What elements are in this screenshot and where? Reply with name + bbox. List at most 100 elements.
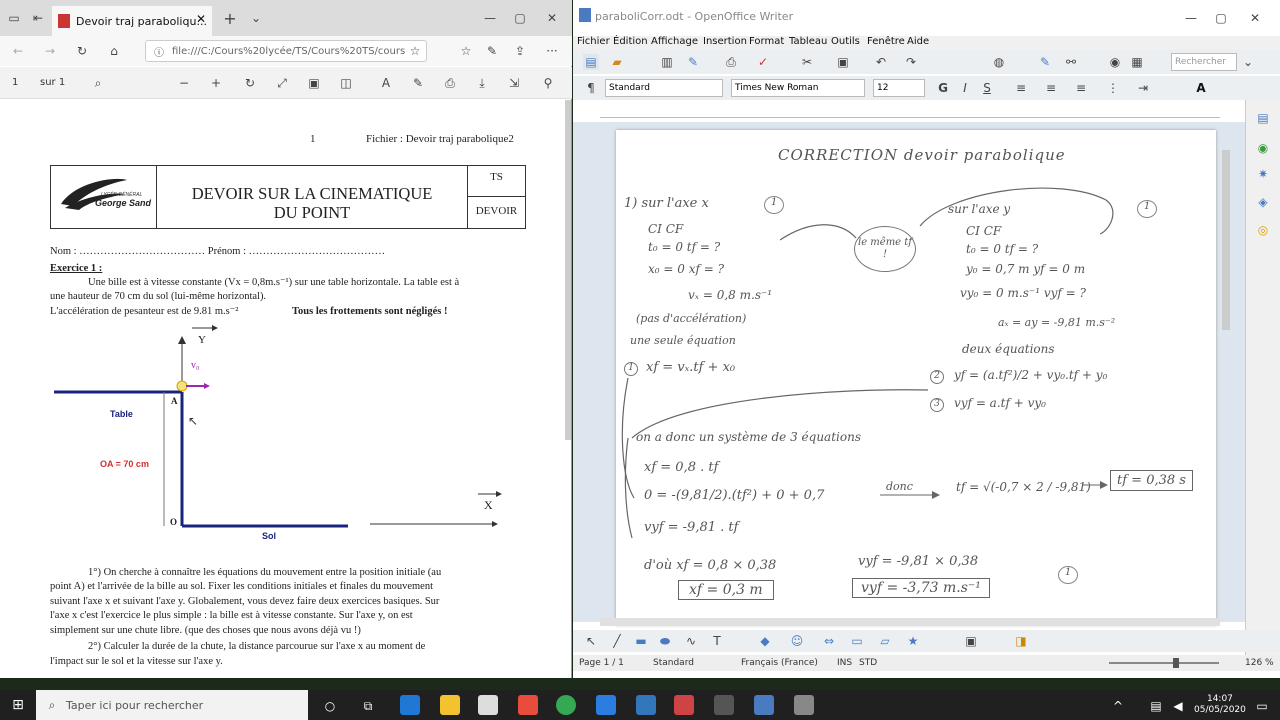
writer-maximize-icon[interactable]: ▢ — [1213, 10, 1229, 26]
ie-taskbar-icon[interactable] — [636, 695, 656, 715]
tab-list-icon[interactable]: ⌄ — [248, 10, 264, 26]
page-view-icon[interactable]: ▣ — [306, 75, 322, 91]
arrows-icon[interactable]: ⇔ — [821, 633, 837, 649]
volume-icon[interactable]: ◀ — [1170, 698, 1186, 714]
menu-tableau[interactable]: Tableau — [789, 36, 827, 47]
app-taskbar-icon[interactable] — [518, 695, 538, 715]
read-aloud-icon[interactable]: A — [378, 75, 394, 91]
paste-icon[interactable]: ▣ — [835, 54, 851, 70]
align-right-icon[interactable]: ≡ — [1073, 80, 1089, 96]
zoom-slider-thumb[interactable] — [1173, 658, 1179, 668]
tab-back-icon[interactable]: ⇤ — [30, 10, 46, 26]
maximize-icon[interactable]: ▢ — [512, 10, 528, 26]
page-number-input[interactable]: 1 — [12, 77, 18, 88]
taskbar-search[interactable]: ⌕ Taper ici pour rechercher — [36, 690, 308, 720]
cut-icon[interactable]: ✂ — [799, 54, 815, 70]
navigator-icon[interactable]: ◉ — [1107, 54, 1123, 70]
menu-edition[interactable]: Édition — [613, 36, 648, 47]
favorites-icon[interactable]: ☆ — [458, 43, 474, 59]
forward-arrow-icon[interactable]: → — [42, 43, 58, 59]
status-insert-mode[interactable]: INS — [837, 658, 852, 668]
search-icon[interactable]: ⌕ — [90, 75, 106, 91]
symbol-shapes-icon[interactable]: ☺ — [789, 633, 805, 649]
print-icon[interactable]: ⎙ — [442, 75, 458, 91]
tab-actions-icon[interactable]: ▭ — [6, 10, 22, 26]
draw-icon[interactable]: ✎ — [410, 75, 426, 91]
open-icon[interactable]: ▰ — [609, 54, 625, 70]
new-doc-icon[interactable]: ▤ — [583, 54, 599, 70]
pdf-scrollbar[interactable] — [565, 100, 571, 440]
tab-pdf[interactable]: Devoir traj paraboliqu... ✕ — [52, 6, 212, 36]
other-taskbar-icon[interactable] — [794, 695, 814, 715]
gallery-panel-icon[interactable]: ✷ — [1255, 166, 1271, 182]
callouts-icon[interactable]: ▱ — [877, 633, 893, 649]
rectangle-icon[interactable]: ▬ — [633, 633, 649, 649]
home-icon[interactable]: ⌂ — [106, 43, 122, 59]
ellipse-icon[interactable]: ⬬ — [657, 633, 673, 649]
numbering-icon[interactable]: ⋮ — [1105, 80, 1121, 96]
task-view-icon[interactable]: ⧉ — [358, 696, 378, 716]
image-icon[interactable]: ▣ — [963, 633, 979, 649]
stars-icon[interactable]: ★ — [905, 633, 921, 649]
writer-minimize-icon[interactable]: — — [1183, 10, 1199, 26]
refresh-icon[interactable]: ↻ — [74, 43, 90, 59]
writer-horizontal-scrollbar[interactable] — [600, 618, 1220, 626]
explorer-taskbar-icon[interactable] — [440, 695, 460, 715]
menu-outils[interactable]: Outils — [831, 36, 860, 47]
more-icon[interactable]: ··· — [544, 43, 560, 59]
save-icon[interactable]: ⤓ — [474, 75, 490, 91]
zoom-out-icon[interactable]: − — [176, 75, 192, 91]
select-icon[interactable]: ↖ — [583, 633, 599, 649]
indent-icon[interactable]: ⇥ — [1135, 80, 1151, 96]
status-selection-mode[interactable]: STD — [859, 658, 877, 668]
writer-search-box[interactable]: Rechercher — [1171, 53, 1237, 71]
rotate-icon[interactable]: ↻ — [242, 75, 258, 91]
search-down-icon[interactable]: ⌄ — [1241, 54, 1255, 70]
navigator-panel-icon[interactable]: ◈ — [1255, 194, 1271, 210]
pin-icon[interactable]: ⚲ — [540, 75, 556, 91]
back-arrow-icon[interactable]: ← — [10, 43, 26, 59]
menu-format[interactable]: Format — [749, 36, 784, 47]
new-tab-icon[interactable]: + — [222, 9, 238, 28]
undo-icon[interactable]: ↶ — [873, 54, 889, 70]
find-icon[interactable]: ⚯ — [1063, 54, 1079, 70]
chrome-taskbar-icon[interactable] — [556, 695, 576, 715]
writer-close-icon[interactable]: ✕ — [1247, 10, 1263, 26]
star-icon[interactable]: ☆ — [408, 44, 422, 58]
tray-chevron-icon[interactable]: ^ — [1110, 698, 1126, 714]
share-icon[interactable]: ⇪ — [512, 43, 528, 59]
store-taskbar-icon[interactable] — [478, 695, 498, 715]
edit-file-icon[interactable]: ✎ — [685, 54, 701, 70]
paragraph-style-select[interactable]: Standard — [605, 79, 723, 97]
menu-affichage[interactable]: Affichage — [651, 36, 698, 47]
styles-panel-icon[interactable]: ◉ — [1255, 140, 1271, 156]
notifications-icon[interactable]: ▭ — [1254, 698, 1270, 714]
extrusion-icon[interactable]: ◨ — [1013, 633, 1029, 649]
writer-taskbar-icon[interactable] — [754, 695, 774, 715]
underline-icon[interactable]: S — [979, 80, 995, 96]
network-icon[interactable]: ▤ — [1148, 698, 1164, 714]
taskbar-clock[interactable]: 14:07 05/05/2020 — [1194, 694, 1246, 716]
mail-taskbar-icon[interactable] — [596, 695, 616, 715]
zoom-in-icon[interactable]: + — [208, 75, 224, 91]
export-pdf-icon[interactable]: ▥ — [659, 54, 675, 70]
pen-icon[interactable]: ✎ — [484, 43, 500, 59]
italic-icon[interactable]: I — [957, 80, 973, 96]
cortana-icon[interactable]: ○ — [320, 696, 340, 716]
address-bar[interactable]: ⓘ file:///C:/Cours%20lycée/TS/Cours%20TS… — [145, 40, 427, 62]
globe-icon[interactable]: ◍ — [991, 54, 1007, 70]
align-left-icon[interactable]: ≡ — [1013, 80, 1029, 96]
flowchart-icon[interactable]: ▭ — [849, 633, 865, 649]
misc-taskbar-icon[interactable] — [714, 695, 734, 715]
writer-vertical-scrollbar[interactable] — [1222, 150, 1230, 330]
gallery-icon[interactable]: ▦ — [1129, 54, 1145, 70]
draw-functions-icon[interactable]: ✎ — [1037, 54, 1053, 70]
minimize-icon[interactable]: — — [482, 10, 498, 26]
fit-page-icon[interactable]: ⤢ — [274, 75, 290, 91]
font-size-select[interactable]: 12 — [873, 79, 925, 97]
windows-start-icon[interactable]: ⊞ — [8, 696, 28, 714]
styles-icon[interactable]: ¶ — [583, 80, 599, 96]
line-icon[interactable]: ╱ — [609, 633, 625, 649]
menu-aide[interactable]: Aide — [907, 36, 929, 47]
curve-icon[interactable]: ∿ — [683, 633, 699, 649]
